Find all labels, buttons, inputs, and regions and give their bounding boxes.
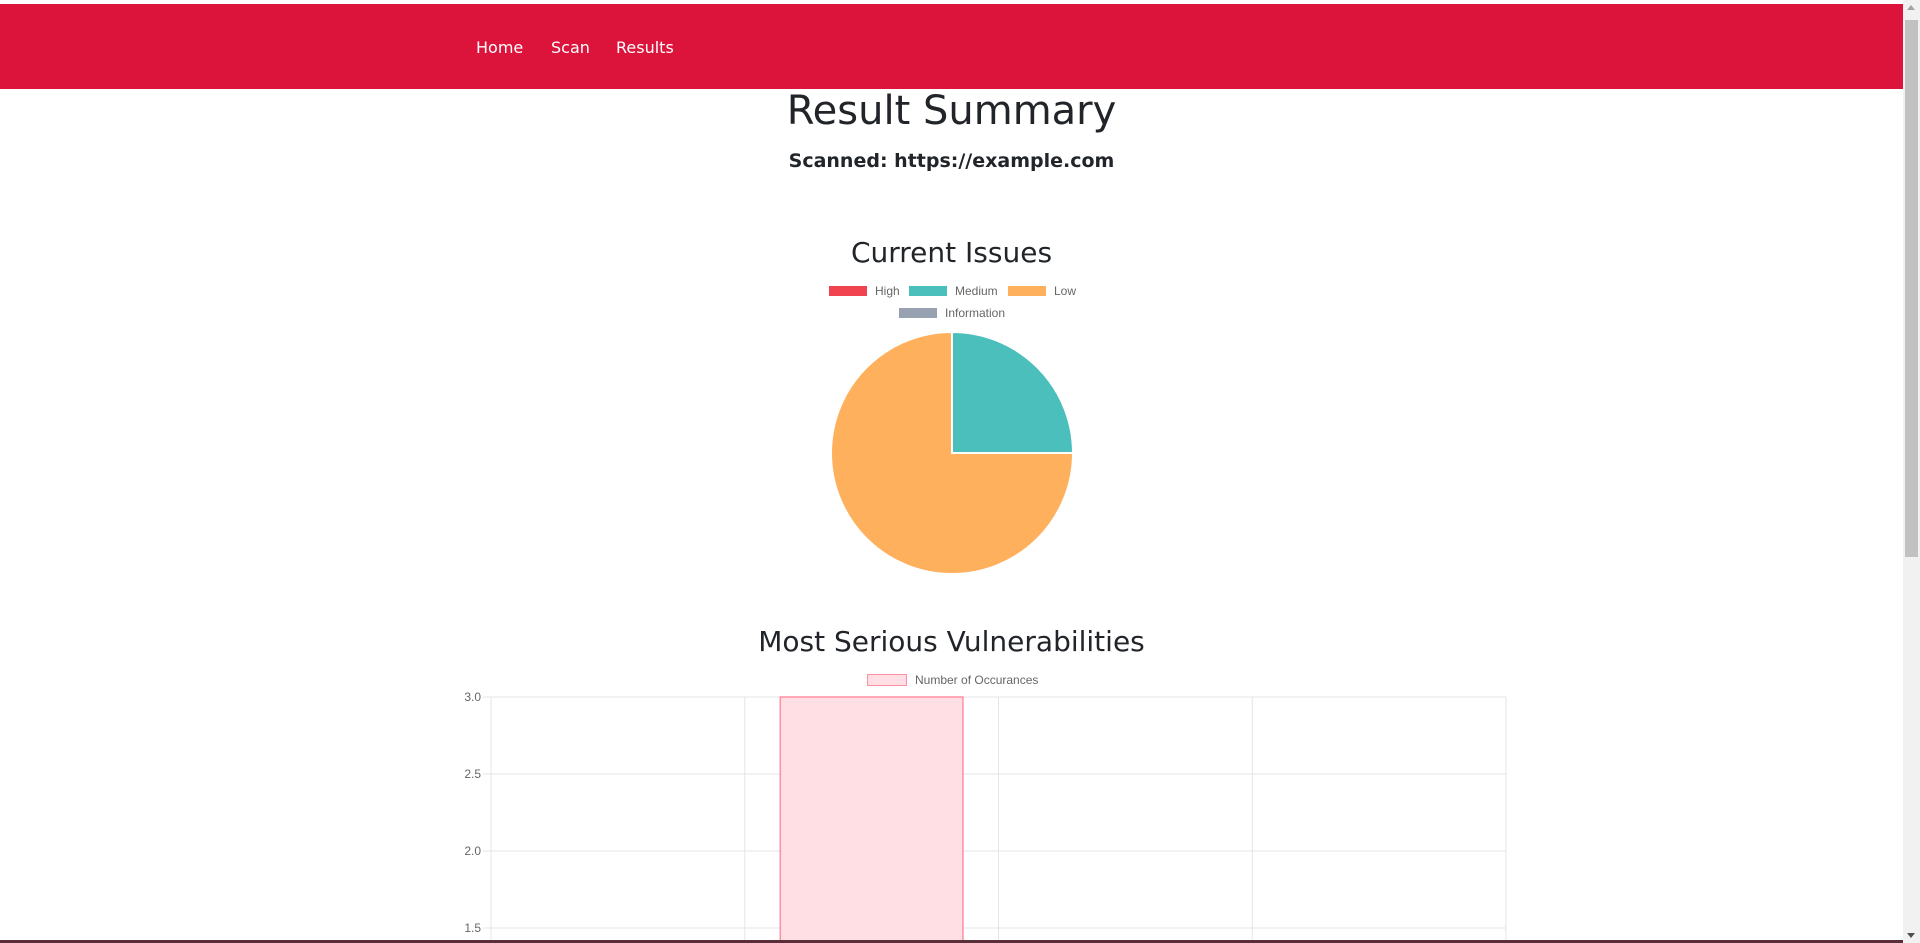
legend-item-medium[interactable]: Medium — [909, 284, 998, 298]
legend-swatch-information — [899, 308, 937, 318]
y-tick-label: 1.5 — [464, 921, 481, 935]
bar-chart-title: Most Serious Vulnerabilities — [758, 625, 1145, 658]
scroll-down-arrow-icon[interactable] — [1907, 933, 1915, 938]
legend-swatch-occurances — [867, 674, 907, 686]
pie-slice-medium[interactable] — [951, 330, 1075, 454]
scroll-thumb[interactable] — [1905, 20, 1918, 557]
pie-chart — [830, 330, 1075, 575]
scroll-up-arrow-icon[interactable] — [1907, 5, 1915, 10]
y-tick-label: 3.0 — [464, 690, 481, 704]
page-title: Result Summary — [786, 88, 1117, 134]
legend-swatch-high — [829, 286, 867, 296]
bar-chart: 3.0 2.5 2.0 1.5 — [464, 690, 1507, 943]
pie-slice-low[interactable] — [830, 330, 1075, 575]
y-tick-label: 2.0 — [464, 844, 481, 858]
pie-chart-title: Current Issues — [850, 236, 1053, 269]
y-tick-label: 2.5 — [464, 767, 481, 781]
legend-item-occurances[interactable]: Number of Occurances — [867, 673, 1038, 687]
legend-item-low[interactable]: Low — [1008, 284, 1076, 298]
legend-label-occurances: Number of Occurances — [915, 673, 1039, 687]
scanned-url: Scanned: https://example.com — [788, 150, 1115, 172]
bar-1[interactable] — [779, 696, 964, 943]
navbar: Home Scan Results — [0, 4, 1903, 89]
legend-item-high[interactable]: High — [829, 284, 900, 298]
legend-swatch-low — [1008, 286, 1046, 296]
nav-scan-link[interactable]: Scan — [551, 38, 590, 57]
legend-label-high: High — [875, 284, 900, 298]
legend-swatch-medium — [909, 286, 947, 296]
legend-label-information: Information — [945, 306, 1006, 320]
vertical-scrollbar[interactable] — [1903, 0, 1920, 943]
legend-item-information[interactable]: Information — [899, 306, 1005, 320]
legend-label-low: Low — [1054, 284, 1077, 298]
nav-results-link[interactable]: Results — [616, 38, 674, 57]
nav-home-link[interactable]: Home — [476, 38, 523, 57]
legend-label-medium: Medium — [955, 284, 998, 298]
